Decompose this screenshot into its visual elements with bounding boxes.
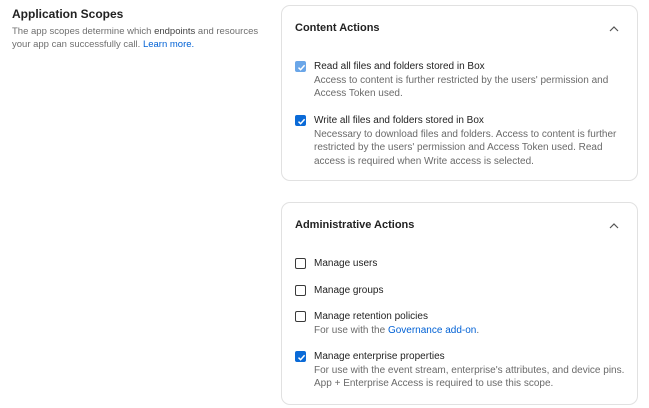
card-title: Content Actions (295, 22, 380, 34)
checkmark-icon (297, 354, 306, 361)
content-actions-header[interactable]: Content Actions (282, 6, 637, 50)
scope-description: Necessary to download files and folders.… (314, 128, 617, 167)
checkmark-icon (297, 118, 306, 125)
scope-label: Manage users (314, 258, 378, 269)
section-description: The app scopes determine which endpoints… (12, 26, 264, 51)
card-title: Administrative Actions (295, 219, 415, 231)
content-actions-card: Content Actions Read all files and folde… (281, 5, 638, 181)
manage-groups-checkbox[interactable] (295, 285, 306, 296)
scope-read-files[interactable]: Read all files and folders stored in Box… (295, 60, 625, 101)
scope-description: Access to content is further restricted … (314, 74, 609, 100)
chevron-up-icon[interactable] (609, 25, 619, 32)
administrative-actions-card: Administrative Actions Manage users Mana… (281, 202, 638, 405)
manage-users-checkbox[interactable] (295, 258, 306, 269)
scope-label: Manage retention policies (314, 311, 428, 322)
scope-description: For use with the event stream, enterpris… (314, 364, 625, 390)
checkmark-icon (297, 64, 306, 71)
description-text: The app scopes determine which (12, 26, 152, 37)
scope-manage-retention-policies[interactable]: Manage retention policies For use with t… (295, 310, 625, 337)
scope-label: Manage enterprise properties (314, 351, 445, 362)
read-files-checkbox[interactable] (295, 61, 306, 72)
scope-label: Manage groups (314, 285, 384, 296)
governance-addon-link[interactable]: Governance add-on (388, 325, 476, 336)
scope-manage-users[interactable]: Manage users (295, 257, 625, 271)
description-text: . (476, 324, 480, 336)
scope-label: Read all files and folders stored in Box (314, 61, 485, 72)
section-title: Application Scopes (12, 7, 124, 21)
administrative-actions-header[interactable]: Administrative Actions (282, 203, 637, 247)
scopes-intro: Application Scopes The app scopes determ… (12, 6, 264, 51)
scope-write-files[interactable]: Write all files and folders stored in Bo… (295, 114, 625, 168)
write-files-checkbox[interactable] (295, 115, 306, 126)
scope-description: For use with the Governance add-on. (314, 324, 625, 338)
scope-label: Write all files and folders stored in Bo… (314, 115, 484, 126)
chevron-up-icon[interactable] (609, 222, 619, 229)
manage-retention-checkbox[interactable] (295, 311, 306, 322)
learn-more-link[interactable]: Learn more. (143, 39, 194, 50)
scope-manage-groups[interactable]: Manage groups (295, 284, 625, 298)
scope-manage-enterprise-properties[interactable]: Manage enterprise properties For use wit… (295, 350, 625, 391)
description-emphasis: endpoints (154, 26, 196, 37)
description-text: For use with the (314, 324, 386, 336)
manage-enterprise-checkbox[interactable] (295, 351, 306, 362)
